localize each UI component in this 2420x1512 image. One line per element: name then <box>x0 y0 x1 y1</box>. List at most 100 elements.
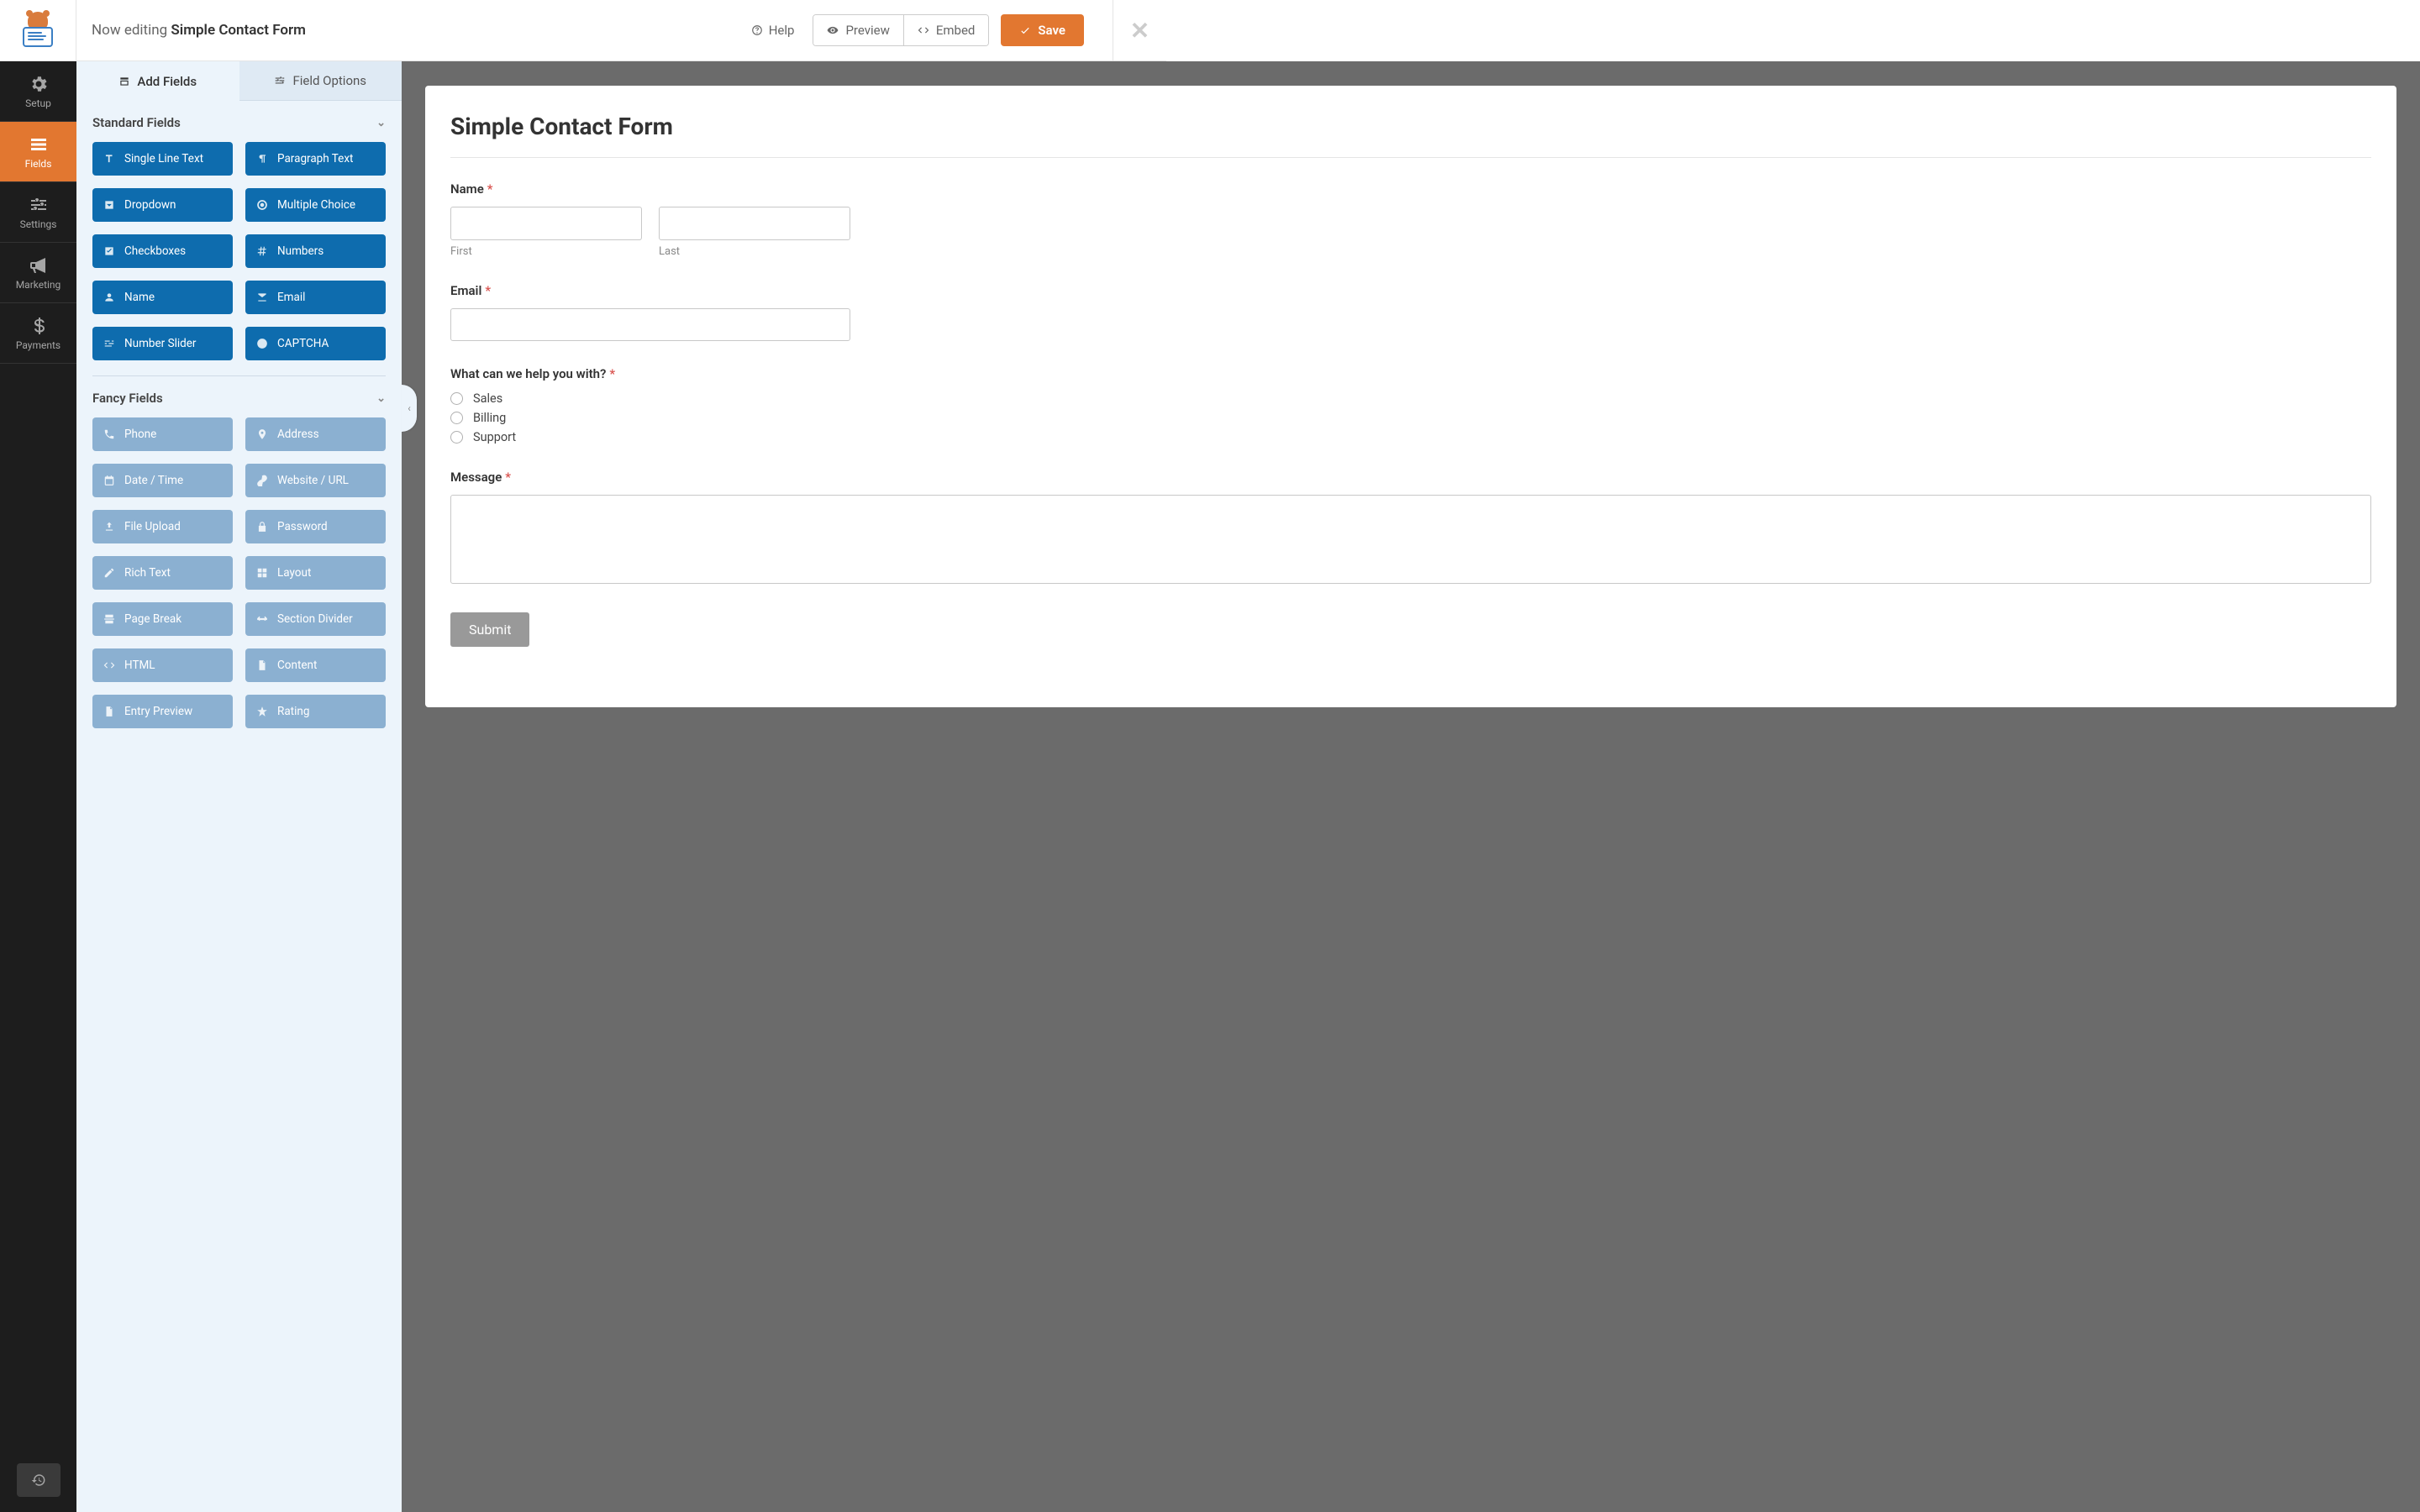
field-button-label: Layout <box>277 566 311 580</box>
field-button-label: Entry Preview <box>124 705 192 718</box>
field-email[interactable]: Email* <box>450 283 2371 341</box>
help-icon <box>751 24 763 36</box>
field-email-label: Email* <box>450 283 2371 298</box>
help-link[interactable]: Help <box>751 23 802 38</box>
field-captcha[interactable]: CAPTCHA <box>245 327 386 360</box>
field-button-label: Content <box>277 659 317 672</box>
sidebar-tabs: Add Fields Field Options <box>76 61 402 101</box>
editing-prefix: Now editing <box>92 22 171 39</box>
section-fancy-header[interactable]: Fancy Fields ⌄ <box>76 376 402 417</box>
field-entry-preview[interactable]: Entry Preview <box>92 695 233 728</box>
field-button-label: Website / URL <box>277 474 349 487</box>
help-label: Help <box>769 23 795 38</box>
pin-icon <box>256 428 268 440</box>
editing-title: Now editing Simple Contact Form <box>76 22 306 39</box>
close-button[interactable]: ✕ <box>1113 0 1166 61</box>
dropdown-icon <box>103 199 115 211</box>
field-phone[interactable]: Phone <box>92 417 233 451</box>
field-message[interactable]: Message* <box>450 470 2371 587</box>
tab-field-options-label: Field Options <box>292 73 366 88</box>
nav-payments-label: Payments <box>16 339 60 351</box>
bullhorn-icon <box>29 255 49 276</box>
save-button[interactable]: Save <box>1001 14 1084 46</box>
radio-option-billing[interactable]: Billing <box>450 411 2371 425</box>
field-website-url[interactable]: Website / URL <box>245 464 386 497</box>
field-button-label: Single Line Text <box>124 152 203 165</box>
field-numbers[interactable]: Numbers <box>245 234 386 268</box>
required-asterisk: * <box>505 470 511 485</box>
preview-button[interactable]: Preview <box>813 15 902 45</box>
field-rich-text[interactable]: Rich Text <box>92 556 233 590</box>
form-preview[interactable]: Simple Contact Form Name* First Last Ema… <box>425 86 2396 707</box>
field-name[interactable]: Name <box>92 281 233 314</box>
field-multiple-choice[interactable]: Multiple Choice <box>245 188 386 222</box>
list-icon <box>29 134 49 155</box>
last-name-sublabel: Last <box>659 245 850 258</box>
sidebar-panel: Add Fields Field Options Standard Fields… <box>76 61 402 1512</box>
field-name[interactable]: Name* First Last <box>450 181 2371 258</box>
header-bar: Now editing Simple Contact Form Help Pre… <box>0 0 1166 61</box>
first-name-input[interactable] <box>450 207 642 240</box>
left-nav: Setup Fields Settings Marketing Payments <box>0 61 76 1512</box>
revisions-button[interactable] <box>17 1463 60 1497</box>
chevron-left-icon: ‹ <box>408 402 411 414</box>
lock-icon <box>256 521 268 533</box>
radio-icon <box>256 199 268 211</box>
field-button-label: Checkboxes <box>124 244 186 258</box>
field-file-upload[interactable]: File Upload <box>92 510 233 543</box>
field-button-label: Email <box>277 291 305 304</box>
field-checkboxes[interactable]: Checkboxes <box>92 234 233 268</box>
pagebreak-icon <box>103 613 115 625</box>
form-icon <box>118 76 130 87</box>
field-button-label: Password <box>277 520 328 533</box>
nav-payments[interactable]: Payments <box>0 303 76 364</box>
field-dropdown[interactable]: Dropdown <box>92 188 233 222</box>
mail-icon <box>256 291 268 303</box>
eye-icon <box>827 24 839 36</box>
nav-fields[interactable]: Fields <box>0 122 76 182</box>
field-address[interactable]: Address <box>245 417 386 451</box>
field-paragraph-text[interactable]: Paragraph Text <box>245 142 386 176</box>
standard-fields-grid: Single Line Text Paragraph Text Dropdown Mu… <box>76 142 402 369</box>
embed-label: Embed <box>936 23 976 38</box>
field-number-slider[interactable]: Number Slider <box>92 327 233 360</box>
field-rating[interactable]: Rating <box>245 695 386 728</box>
embed-button[interactable]: Embed <box>903 15 989 45</box>
first-name-sublabel: First <box>450 245 642 258</box>
nav-setup[interactable]: Setup <box>0 61 76 122</box>
radio-option-support[interactable]: Support <box>450 430 2371 444</box>
field-html[interactable]: HTML <box>92 648 233 682</box>
section-standard-header[interactable]: Standard Fields ⌄ <box>76 101 402 142</box>
field-button-label: Number Slider <box>124 337 197 350</box>
field-help-with[interactable]: What can we help you with?* Sales Billing… <box>450 366 2371 444</box>
field-button-label: Rating <box>277 705 309 718</box>
text-icon <box>103 153 115 165</box>
field-content[interactable]: Content <box>245 648 386 682</box>
field-date-time[interactable]: Date / Time <box>92 464 233 497</box>
radio-option-sales[interactable]: Sales <box>450 391 2371 406</box>
tab-add-fields[interactable]: Add Fields <box>76 61 239 101</box>
nav-marketing[interactable]: Marketing <box>0 243 76 303</box>
field-email[interactable]: Email <box>245 281 386 314</box>
field-section-divider[interactable]: Section Divider <box>245 602 386 636</box>
field-single-line-text[interactable]: Single Line Text <box>92 142 233 176</box>
field-page-break[interactable]: Page Break <box>92 602 233 636</box>
last-name-input[interactable] <box>659 207 850 240</box>
email-input[interactable] <box>450 308 850 341</box>
field-layout[interactable]: Layout <box>245 556 386 590</box>
field-button-label: Phone <box>124 428 156 441</box>
submit-button[interactable]: Submit <box>450 612 529 647</box>
field-button-label: Dropdown <box>124 198 176 212</box>
tab-field-options[interactable]: Field Options <box>239 61 402 101</box>
tab-add-fields-label: Add Fields <box>137 74 197 89</box>
message-textarea[interactable] <box>450 495 2371 584</box>
field-button-label: Numbers <box>277 244 324 258</box>
field-button-label: Address <box>277 428 319 441</box>
calendar-icon <box>103 475 115 486</box>
preview-embed-group: Preview Embed <box>813 14 989 46</box>
field-password[interactable]: Password <box>245 510 386 543</box>
field-help-label: What can we help you with?* <box>450 366 2371 381</box>
code-icon <box>918 24 929 36</box>
nav-settings[interactable]: Settings <box>0 182 76 243</box>
app-logo[interactable] <box>0 0 76 61</box>
